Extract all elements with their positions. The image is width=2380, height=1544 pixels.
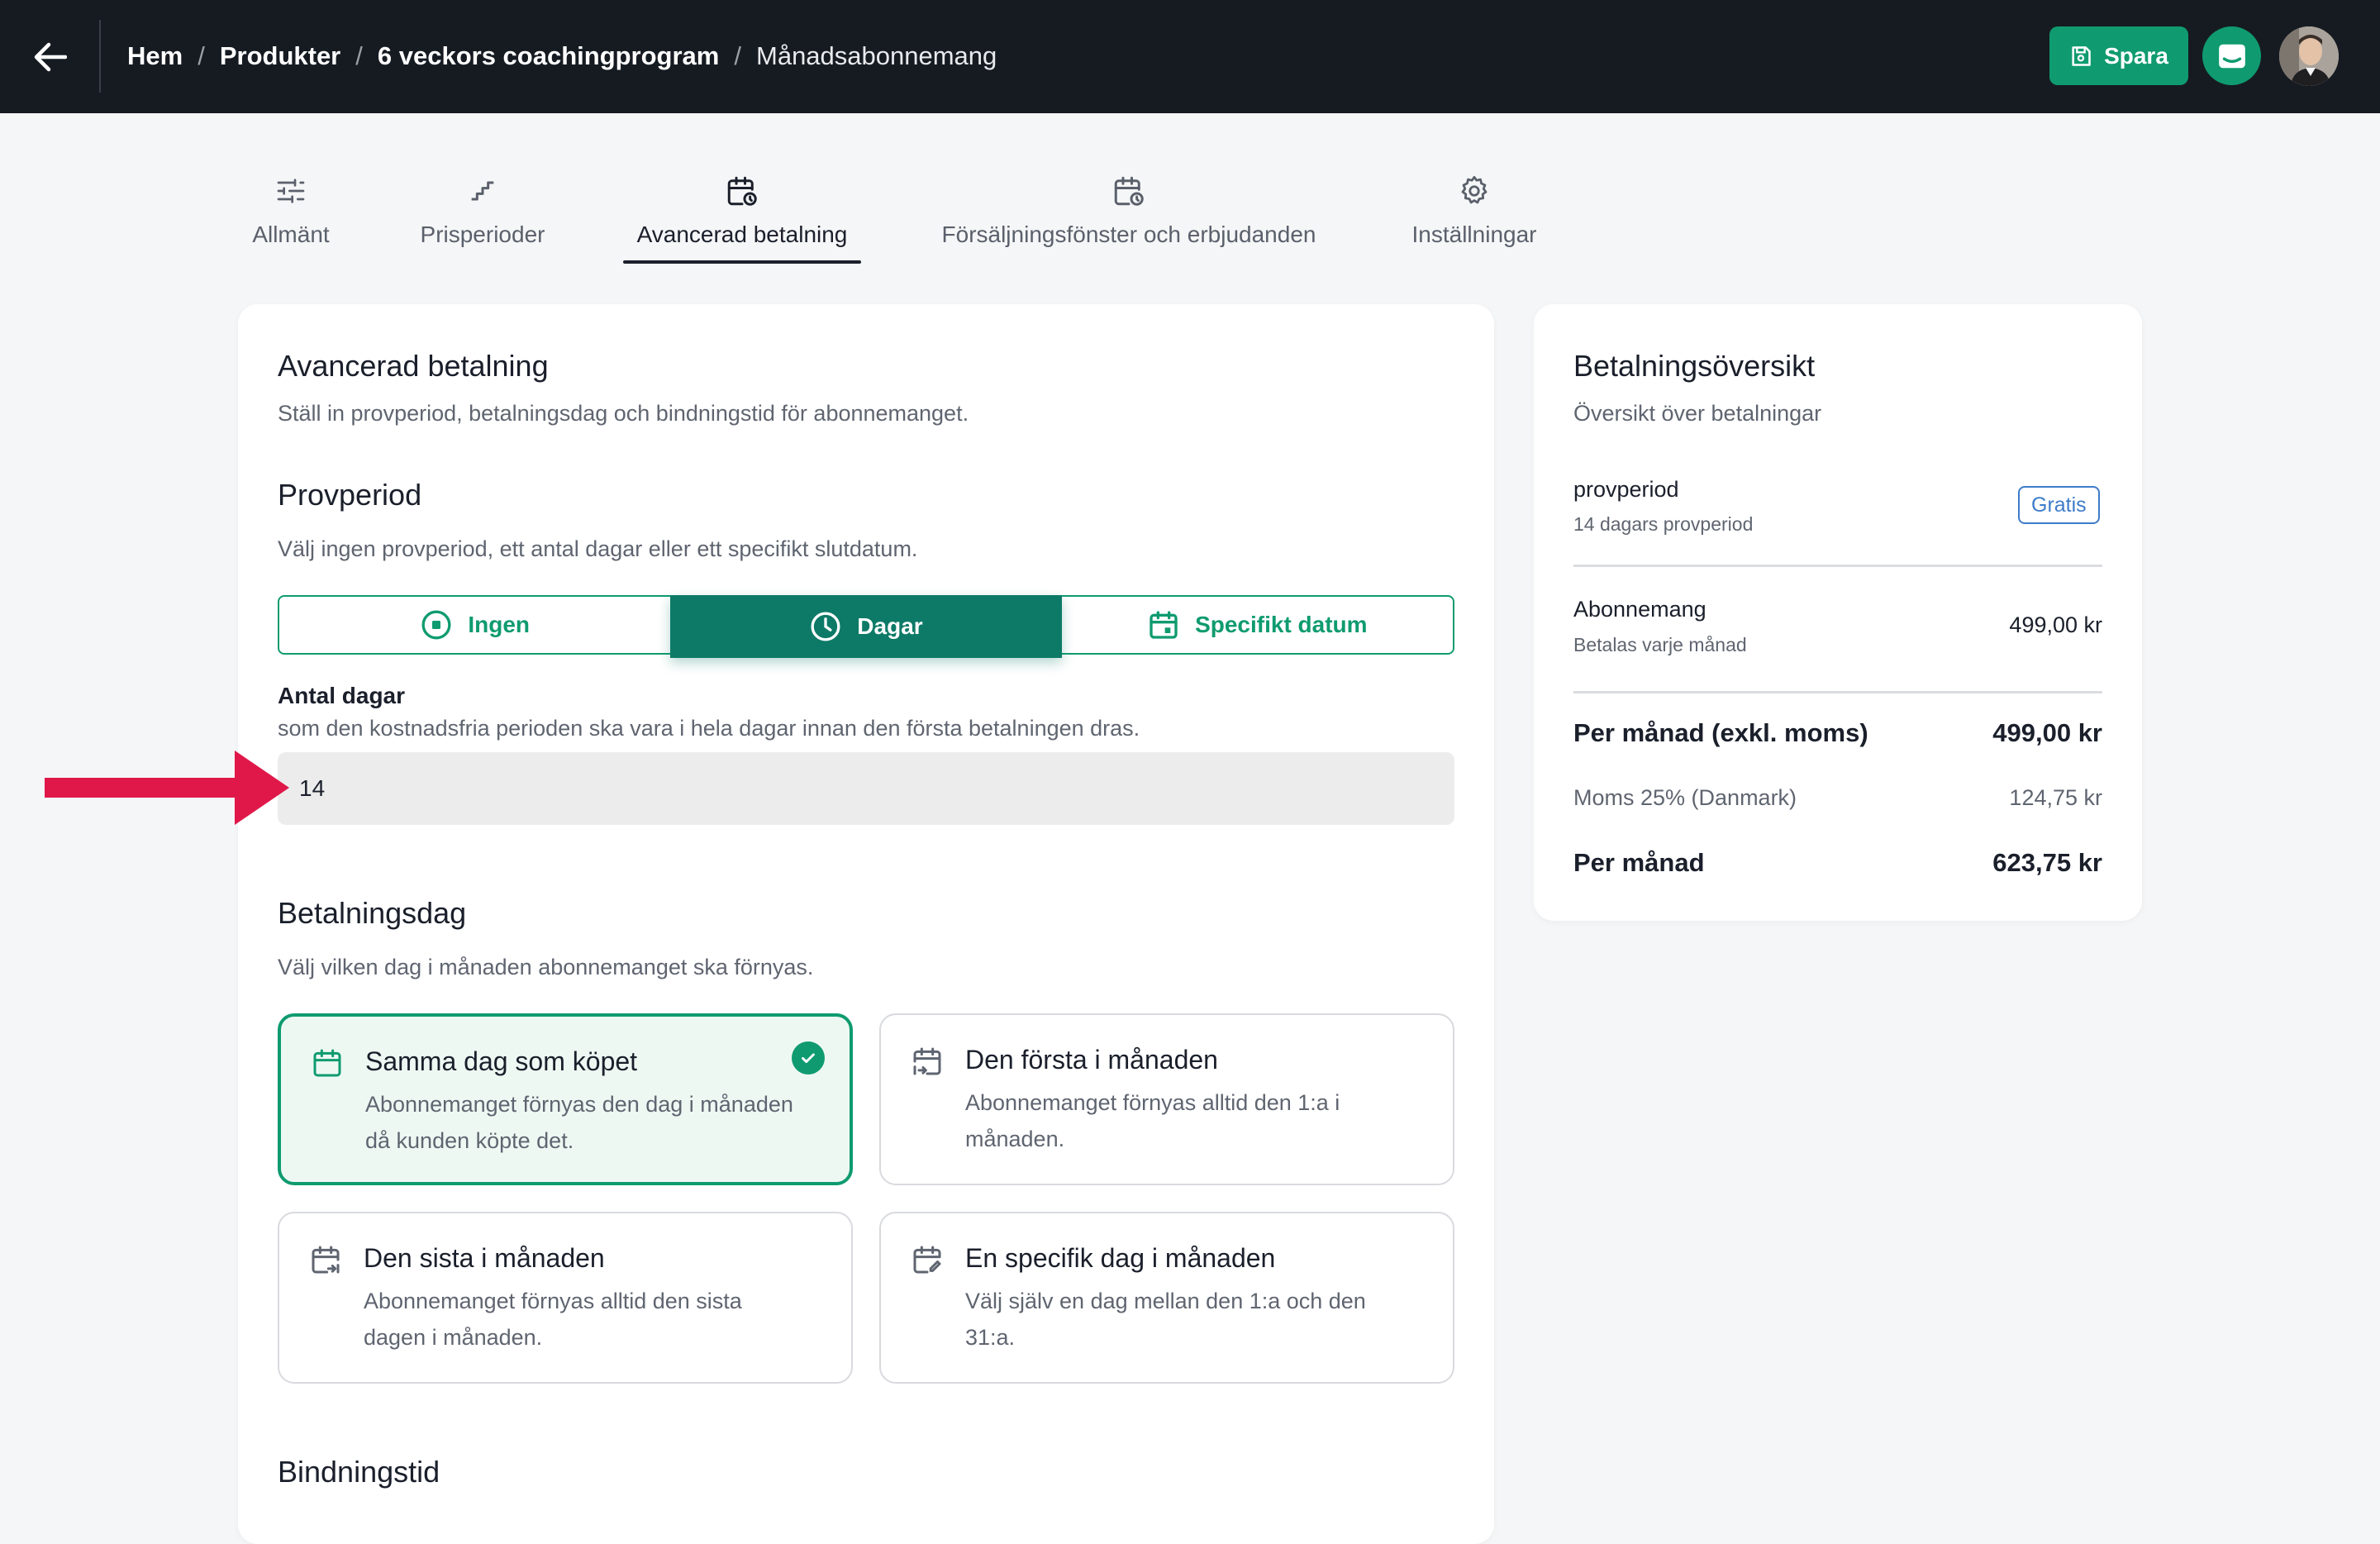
tab-label: Allmänt [252,222,330,247]
calendar-clock-icon [1111,169,1146,213]
section-subtitle: Ställ in provperiod, betalningsdag och b… [278,401,969,426]
payment-day-option-first-day[interactable]: Den första i månaden Abonnemanget förnya… [879,1013,1454,1185]
check-icon [792,1041,825,1075]
sliders-icon [274,169,307,213]
clock-icon [811,612,840,641]
subscription-amount: 499,00 kr [2009,612,2102,637]
breadcrumb-products[interactable]: Produkter [220,41,340,71]
topbar-divider [99,20,101,93]
trial-subtitle: Välj ingen provperiod, ett antal dagar e… [278,536,918,561]
active-tab-indicator [623,260,861,264]
vat-label: Moms 25% (Danmark) [1573,785,1797,810]
tab-label: Avancerad betalning [636,222,848,247]
option-title: En specifik dag i månaden [965,1243,1276,1273]
top-bar: Hem / Produkter / 6 veckors coachingprog… [0,0,2380,113]
tab-settings[interactable]: Inställningar [1402,165,1547,264]
free-badge: Gratis [2018,486,2100,524]
overview-subtitle: Översikt över betalningar [1573,401,1822,426]
stairs-icon [466,169,499,213]
excl-vat-amount: 499,00 kr [1992,718,2102,747]
excl-vat-label: Per månad (exkl. moms) [1573,718,1868,747]
trial-type-selector: Ingen Dagar Specifikt datum [278,595,1454,658]
days-help: som den kostnadsfria perioden ska vara i… [278,716,1140,741]
days-input[interactable] [278,752,1454,825]
breadcrumb-separator: / [734,41,741,70]
calendar-last-day-icon [312,1246,340,1274]
calendar-edit-icon [913,1246,941,1274]
stop-circle-icon [421,610,451,640]
days-label: Antal dagar [278,683,406,708]
tab-price-periods[interactable]: Prisperioder [416,165,549,264]
option-title: Den första i månaden [965,1045,1218,1075]
back-arrow-icon[interactable] [30,36,71,78]
inbox-icon [2218,44,2245,68]
save-label: Spara [2104,42,2168,69]
breadcrumb-product[interactable]: 6 veckors coachingprogram [378,41,720,71]
tab-general[interactable]: Allmänt [245,165,337,264]
option-description: Abonnemanget förnyas alltid den 1:a i må… [965,1090,1340,1151]
payment-day-option-last-day[interactable]: Den sista i månaden Abonnemanget förnyas… [278,1212,853,1384]
payment-day-title: Betalningsdag [278,896,467,930]
trial-option-none[interactable]: Ingen [279,597,670,653]
tab-label: Inställningar [1411,222,1537,247]
section-title: Avancerad betalning [278,349,549,383]
breadcrumb-current: Månadsabonnemang [756,41,997,70]
calendar-icon [1150,611,1178,639]
option-description: Abonnemanget förnyas den dag i månaden d… [365,1092,793,1153]
overview-title: Betalningsöversikt [1573,349,1816,383]
breadcrumb: Hem / Produkter / 6 veckors coachingprog… [127,40,997,73]
option-description: Abonnemanget förnyas alltid den sista da… [364,1289,742,1350]
trial-option-label: Specifikt datum [1195,612,1368,637]
subscription-row-subtitle: Betalas varje månad [1573,634,1747,655]
tab-sales-windows[interactable]: Försäljningsfönster och erbjudanden [934,165,1324,264]
tab-label: Prisperioder [420,222,545,247]
inbox-button[interactable] [2202,26,2261,85]
overview-divider [1573,565,2102,567]
trial-option-specific-date[interactable]: Specifikt datum [1062,597,1453,653]
trial-option-label: Dagar [857,613,923,639]
breadcrumb-separator: / [355,41,363,70]
option-title: Samma dag som köpet [365,1046,638,1076]
option-title: Den sista i månaden [364,1243,605,1273]
payment-day-option-specific-day[interactable]: En specifik dag i månaden Välj själv en … [879,1212,1454,1384]
overview-divider [1573,691,2102,693]
avatar[interactable] [2279,26,2339,86]
save-button[interactable]: Spara [2049,26,2188,85]
trial-title: Provperiod [278,478,422,512]
payment-day-option-same-day[interactable]: Samma dag som köpet Abonnemanget förnyas… [278,1013,853,1185]
trial-row-title: provperiod [1573,477,1679,502]
tab-bar: Allmänt Prisperioder Avancerad betalning… [0,165,2380,264]
payment-day-subtitle: Välj vilken dag i månaden abonnemanget s… [278,955,814,979]
tab-label: Försäljningsfönster och erbjudanden [941,222,1316,247]
calendar-clock-icon [725,169,759,213]
breadcrumb-separator: / [198,41,205,70]
subscription-row-title: Abonnemang [1573,597,1706,622]
trial-option-days[interactable]: Dagar [670,595,1062,658]
total-amount: 623,75 kr [1992,848,2102,877]
binding-title: Bindningstid [278,1455,440,1489]
vat-amount: 124,75 kr [2009,785,2102,810]
calendar-first-day-icon [913,1047,941,1075]
gear-icon [1457,169,1492,213]
trial-row-subtitle: 14 dagars provperiod [1573,513,1754,535]
total-label: Per månad [1573,848,1705,877]
option-description: Välj själv en dag mellan den 1:a och den… [965,1289,1366,1350]
calendar-icon [313,1049,341,1077]
pointer-arrow-annotation [45,751,289,825]
tab-advanced-payment[interactable]: Avancerad betalning [630,165,854,264]
breadcrumb-home[interactable]: Hem [127,41,183,71]
trial-option-label: Ingen [468,612,530,637]
save-icon [2072,45,2091,66]
